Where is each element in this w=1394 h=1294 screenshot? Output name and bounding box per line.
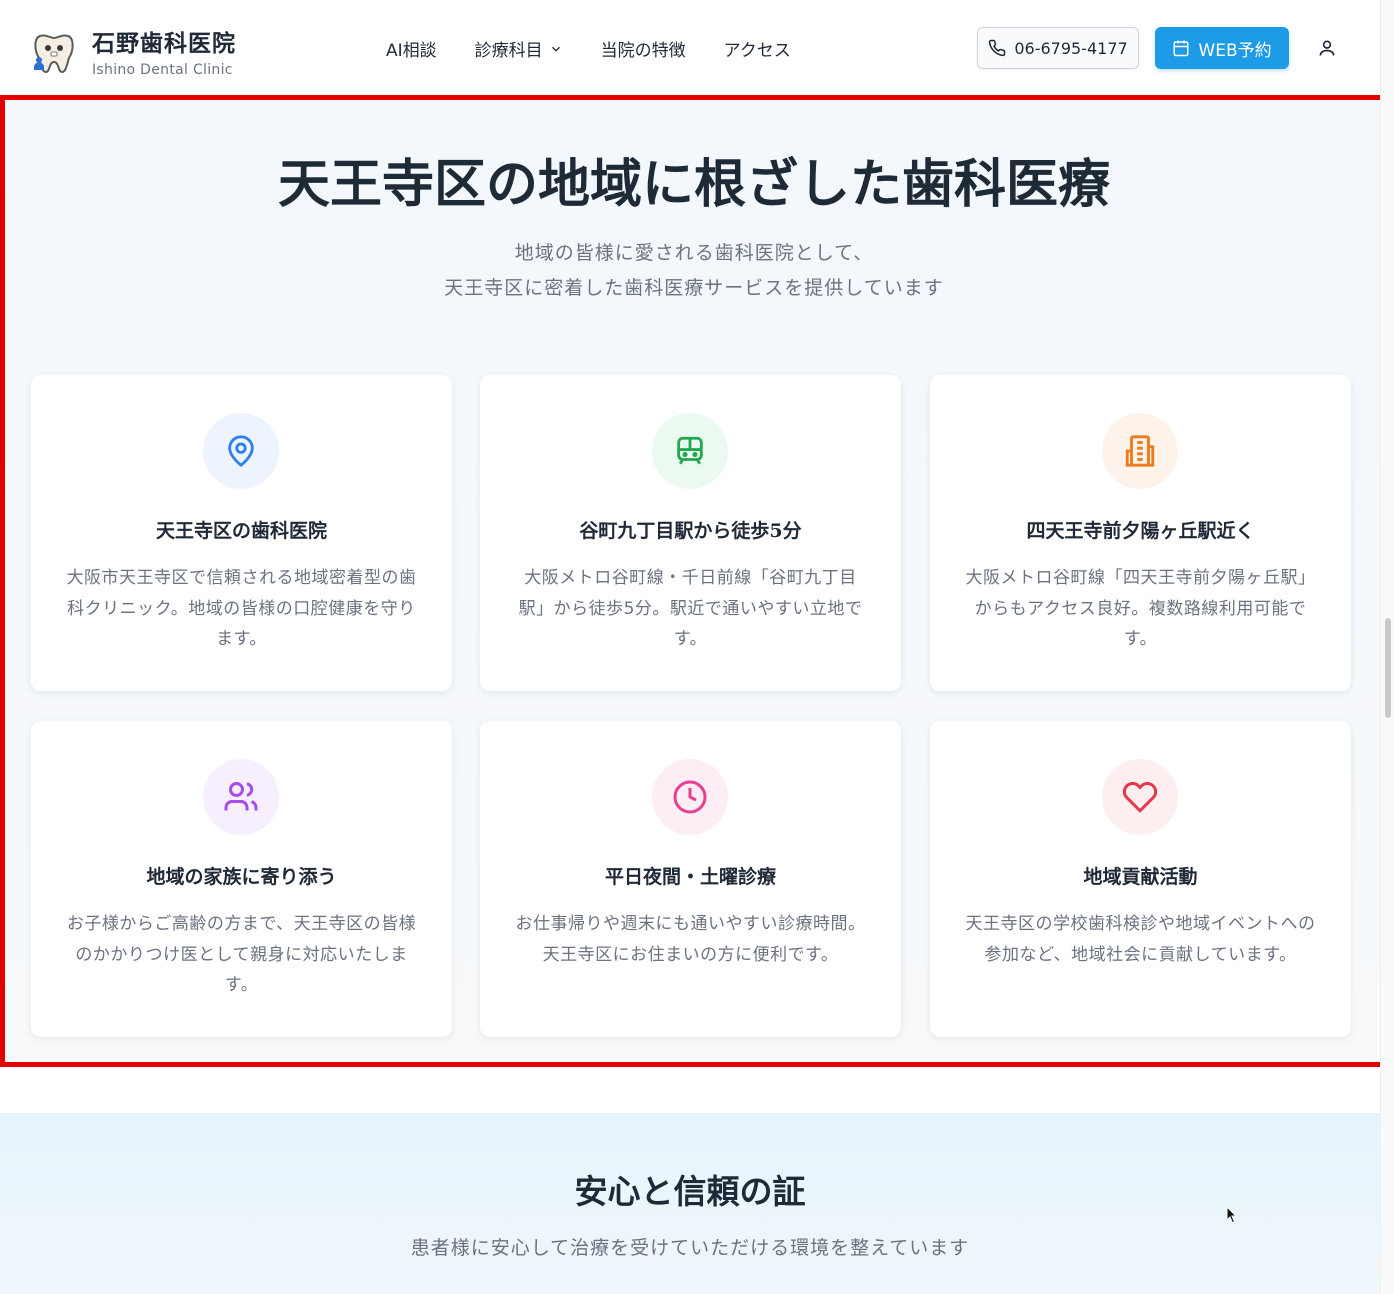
feature-card: 地域貢献活動 天王寺区の学校歯科検診や地域イベントへの参加など、地域社会に貢献し… [930,721,1351,1037]
feature-icon-circle [1102,413,1178,489]
trust-section-title: 安心と信頼の証 [574,1172,806,1211]
feature-title: 天王寺区の歯科医院 [155,520,327,542]
mouse-cursor-icon [1226,1206,1238,1224]
tooth-logo-icon [34,34,74,74]
feature-text: 天王寺区の学校歯科検診や地域イベントへの参加など、地域社会に貢献しています。 [965,914,1316,965]
feature-title: 地域貢献活動 [1083,866,1198,888]
feature-title: 平日夜間・土曜診療 [604,866,776,888]
trust-section-subtitle: 患者様に安心して治療を受けていただける環境を整えています [410,1237,970,1259]
feature-card: 谷町九丁目駅から徒歩5分 大阪メトロ谷町線・千日前線「谷町九丁目駅」から徒歩5分… [480,375,901,691]
feature-icon-circle [1102,759,1178,835]
brand-name: 石野歯科医院 [92,30,236,57]
nav-ai-consult[interactable]: AI相談 [386,36,437,61]
section-title: 天王寺区の地域に根ざした歯科医療 [277,154,1110,215]
chevron-down-icon [551,46,560,52]
feature-title: 四天王寺前夕陽ヶ丘駅近く [1026,520,1255,542]
train-icon [677,436,703,465]
section-subtitle-line2: 天王寺区に密着した歯科医療サービスを提供しています [444,277,944,299]
feature-card: 地域の家族に寄り添う お子様からご高齢の方まで、天王寺区の皆様のかかりつけ医とし… [31,721,452,1037]
feature-card: 平日夜間・土曜診療 お仕事帰りや週末にも通いやすい診療時間。天王寺区にお住まいの… [480,721,901,1037]
feature-text: 大阪メトロ谷町線「四天王寺前夕陽ヶ丘駅」からもアクセス良好。複数路線利用可能です… [965,568,1316,649]
feature-text: 大阪市天王寺区で信頼される地域密着型の歯科クリニック。地域の皆様の口腔健康を守り… [66,568,417,649]
calendar-icon [1173,40,1189,57]
community-section: 天王寺区の地域に根ざした歯科医療 地域の皆様に愛される歯科医院として、 天王寺区… [0,95,1388,1067]
feature-text: お仕事帰りや週末にも通いやすい診療時間。天王寺区にお住まいの方に便利です。 [515,914,866,965]
nav-access[interactable]: アクセス [724,36,791,61]
web-booking-button[interactable]: WEB予約 [1155,27,1289,69]
section-subtitle-line1: 地域の皆様に愛される歯科医院として、 [514,242,874,264]
nav-features[interactable]: 当院の特徴 [601,36,686,61]
section-subtitle: 地域の皆様に愛される歯科医院として、 天王寺区に密着した歯科医療サービスを提供し… [5,236,1383,306]
web-booking-label: WEB予約 [1198,40,1272,61]
phone-button[interactable]: 06-6795-4177 [977,27,1139,69]
trust-section: 安心と信頼の証 患者様に安心して治療を受けていただける環境を整えています [0,1113,1380,1294]
feature-card: 天王寺区の歯科医院 大阪市天王寺区で信頼される地域密着型の歯科クリニック。地域の… [31,375,452,691]
feature-title: 谷町九丁目駅から徒歩5分 [579,520,802,542]
phone-icon [989,39,1006,57]
feature-icon-circle [652,413,728,489]
main-nav: AI相談 診療科目 当院の特徴 アクセス [386,36,829,61]
map-pin-icon [228,435,254,467]
feature-card: 四天王寺前夕陽ヶ丘駅近く 大阪メトロ谷町線「四天王寺前夕陽ヶ丘駅」からもアクセス… [930,375,1351,691]
feature-text: 大阪メトロ谷町線・千日前線「谷町九丁目駅」から徒歩5分。駅近で通いやすい立地です… [518,568,863,649]
scrollbar-track[interactable] [1380,0,1394,1294]
building-icon [1125,435,1155,467]
scrollbar-thumb[interactable] [1385,618,1391,718]
site-header: 石野歯科医院 Ishino Dental Clinic AI相談 診療科目 当院… [0,0,1380,95]
feature-icon-circle [203,759,279,835]
feature-title: 地域の家族に寄り添う [146,866,337,888]
clock-icon [673,780,707,814]
users-icon [224,782,258,811]
feature-icon-circle [203,413,279,489]
user-icon[interactable] [1317,38,1337,58]
nav-treatments[interactable]: 診療科目 [475,36,563,61]
brand-subtitle: Ishino Dental Clinic [92,62,233,78]
nav-treatments-label: 診療科目 [474,41,543,61]
logo-link[interactable]: 石野歯科医院 Ishino Dental Clinic [30,24,236,78]
feature-icon-circle [652,759,728,835]
heart-icon [1122,781,1158,813]
phone-number: 06-6795-4177 [1014,38,1128,58]
feature-text: お子様からご高齢の方まで、天王寺区の皆様のかかりつけ医として親身に対応いたします… [66,914,417,995]
